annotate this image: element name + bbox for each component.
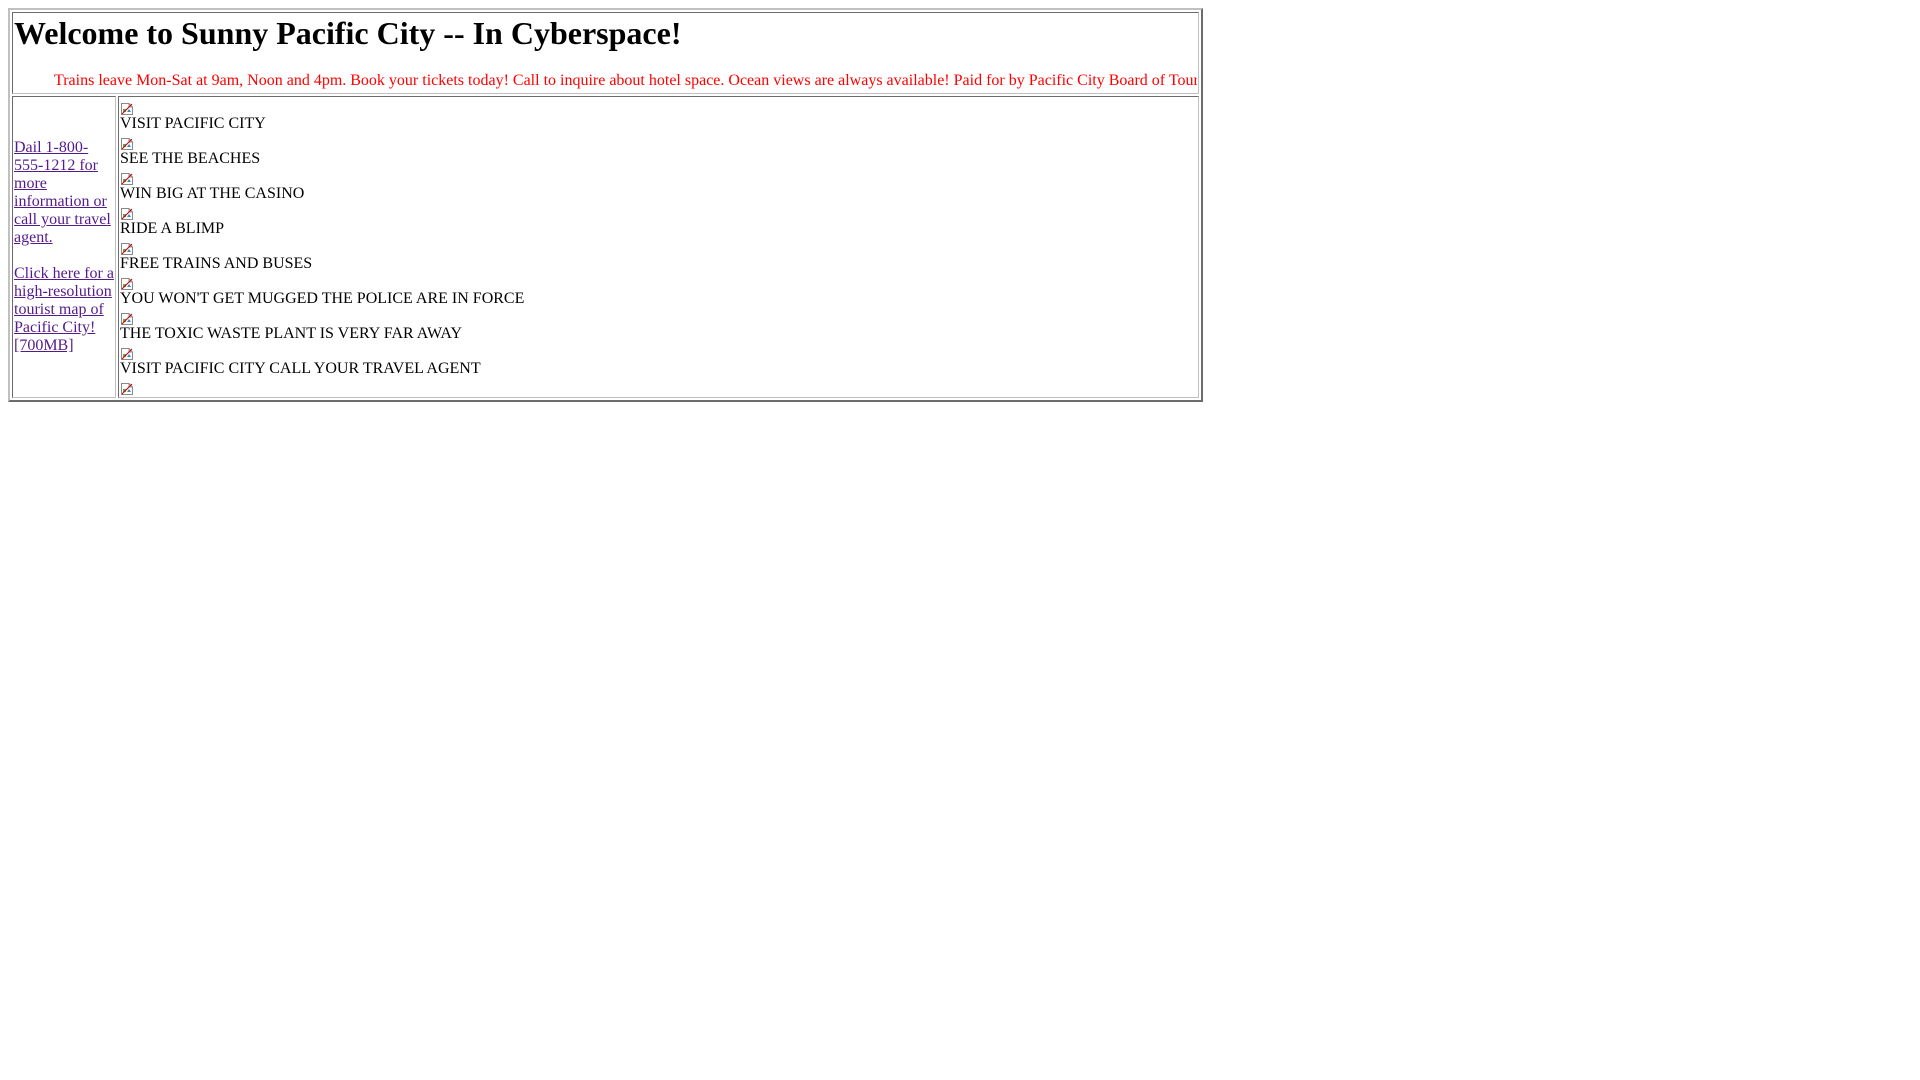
broken-image-icon	[120, 172, 134, 186]
broken-image-icon	[120, 137, 134, 151]
trailing-image	[120, 378, 1197, 396]
tourist-map-link[interactable]: Click here for a high-resolution tourist…	[14, 265, 114, 355]
layout-table: Welcome to Sunny Pacific City -- In Cybe…	[8, 8, 1203, 402]
broken-image-icon	[120, 277, 134, 291]
promo-item: VISIT PACIFIC CITY CALL YOUR TRAVEL AGEN…	[120, 343, 1197, 378]
promo-item: YOU WON'T GET MUGGED THE POLICE ARE IN F…	[120, 273, 1197, 308]
promo-item-text: VISIT PACIFIC CITY	[120, 115, 266, 132]
promo-item-text: SEE THE BEACHES	[120, 150, 261, 167]
page-title: Welcome to Sunny Pacific City -- In Cybe…	[14, 15, 682, 51]
broken-image-icon	[120, 382, 134, 396]
promo-item: RIDE A BLIMP	[120, 203, 1197, 238]
promo-item-text: FREE TRAINS AND BUSES	[120, 255, 313, 272]
broken-image-icon	[120, 207, 134, 221]
promo-item-text: VISIT PACIFIC CITY CALL YOUR TRAVEL AGEN…	[120, 360, 481, 377]
header-cell: Welcome to Sunny Pacific City -- In Cybe…	[12, 12, 1199, 94]
promo-item-text: YOU WON'T GET MUGGED THE POLICE ARE IN F…	[120, 290, 525, 307]
phone-info-link[interactable]: Dail 1-800-555-1212 for more information…	[14, 139, 114, 247]
broken-image-icon	[120, 102, 134, 116]
marquee: Trains leave Mon-Sat at 9am, Noon and 4p…	[14, 71, 1197, 91]
broken-image-icon	[120, 347, 134, 361]
sidebar-cell: Dail 1-800-555-1212 for more information…	[12, 96, 116, 398]
broken-image-icon	[120, 242, 134, 256]
promo-item-text: THE TOXIC WASTE PLANT IS VERY FAR AWAY	[120, 325, 463, 342]
promo-item: THE TOXIC WASTE PLANT IS VERY FAR AWAY	[120, 308, 1197, 343]
promo-item-text: WIN BIG AT THE CASINO	[120, 185, 305, 202]
promo-item: WIN BIG AT THE CASINO	[120, 168, 1197, 203]
promo-item: VISIT PACIFIC CITY	[120, 98, 1197, 133]
promo-list: VISIT PACIFIC CITY SEE THE BEACHES WIN BIG…	[120, 98, 1197, 378]
marquee-text: Trains leave Mon-Sat at 9am, Noon and 4p…	[54, 72, 1197, 89]
promo-item: SEE THE BEACHES	[120, 133, 1197, 168]
main-cell: VISIT PACIFIC CITY SEE THE BEACHES WIN BIG…	[118, 96, 1199, 398]
promo-item-text: RIDE A BLIMP	[120, 220, 225, 237]
broken-image-icon	[120, 312, 134, 326]
promo-item: FREE TRAINS AND BUSES	[120, 238, 1197, 273]
